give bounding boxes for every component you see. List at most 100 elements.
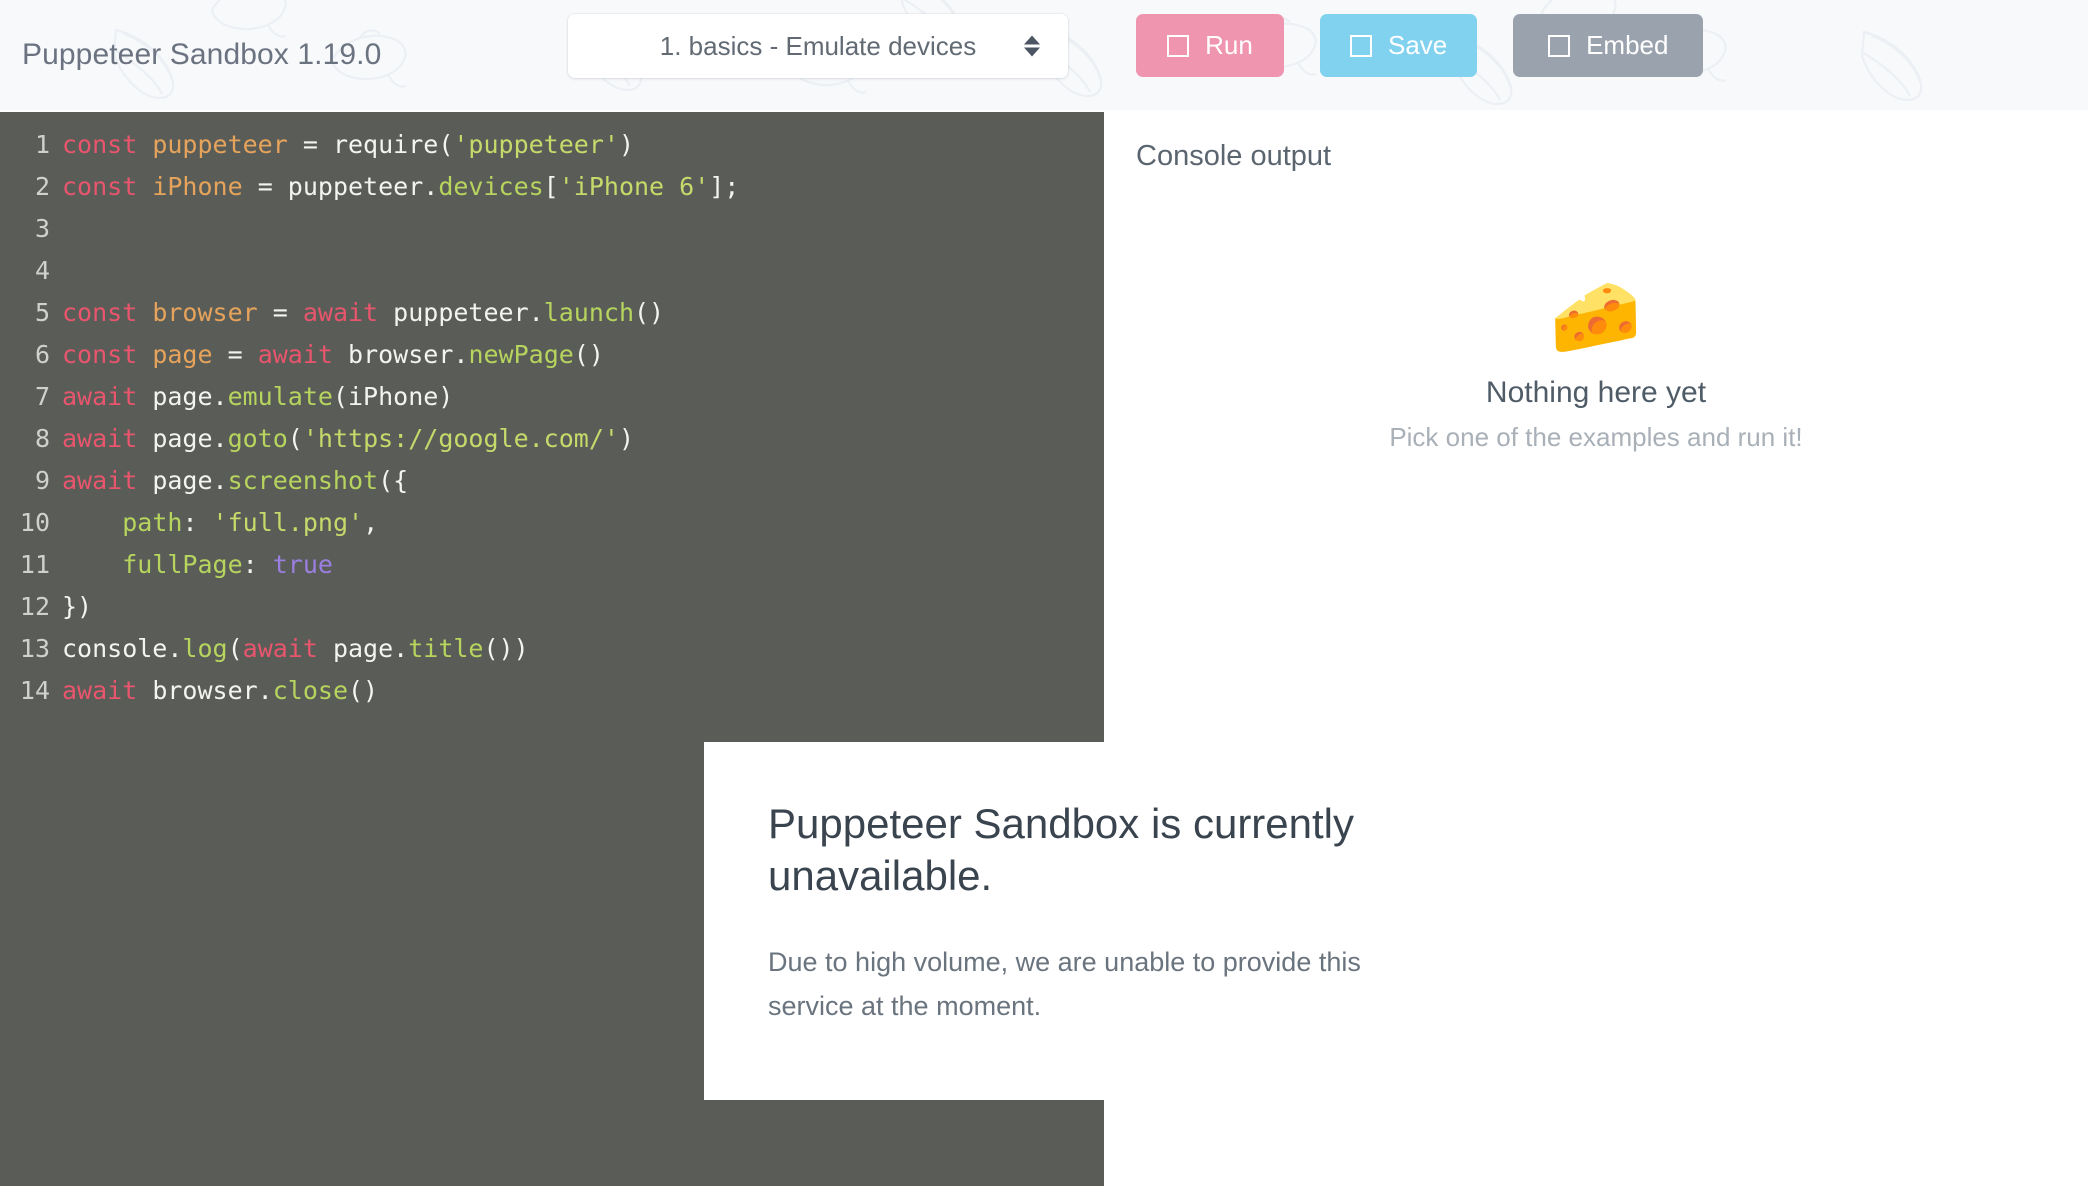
line-number: 1 xyxy=(0,124,52,166)
code-token: launch xyxy=(544,298,634,327)
code-line-text: const iPhone = puppeteer.devices['iPhone… xyxy=(50,166,739,208)
line-number: 14 xyxy=(0,670,52,712)
code-line-text: }) xyxy=(50,586,92,628)
code-token: devices xyxy=(438,172,543,201)
code-token: emulate xyxy=(228,382,333,411)
code-token: await xyxy=(62,382,137,411)
code-line-text: fullPage: true xyxy=(50,544,333,586)
code-token xyxy=(137,340,152,369)
code-token: const xyxy=(62,298,137,327)
code-token: page. xyxy=(137,466,227,495)
code-line[interactable]: 5const browser = await puppeteer.launch(… xyxy=(0,292,1104,334)
code-token: puppeteer xyxy=(152,130,287,159)
code-line[interactable]: 11 fullPage: true xyxy=(0,544,1104,586)
console-empty-state: 🧀 Nothing here yet Pick one of the examp… xyxy=(1104,280,2088,453)
code-line[interactable]: 8await page.goto('https://google.com/') xyxy=(0,418,1104,460)
code-line[interactable]: 4 xyxy=(0,250,1104,292)
code-token: page. xyxy=(318,634,408,663)
code-token: page. xyxy=(137,424,227,453)
empty-state-subtitle: Pick one of the examples and run it! xyxy=(1104,422,2088,453)
line-number: 11 xyxy=(0,544,52,586)
line-number: 4 xyxy=(0,250,52,292)
line-number: 6 xyxy=(0,334,52,376)
code-token: const xyxy=(62,172,137,201)
code-token: 'iPhone 6' xyxy=(559,172,710,201)
code-token: }) xyxy=(62,592,92,621)
code-token: page xyxy=(152,340,212,369)
app-title: Puppeteer Sandbox 1.19.0 xyxy=(22,38,381,72)
code-token: await xyxy=(62,676,137,705)
code-line-text: await browser.close() xyxy=(50,670,378,712)
code-token xyxy=(62,550,122,579)
code-token: puppeteer. xyxy=(288,172,439,201)
code-token: const xyxy=(62,130,137,159)
code-line-text: console.log(await page.title()) xyxy=(50,628,529,670)
line-number: 7 xyxy=(0,376,52,418)
code-token: ()) xyxy=(483,634,528,663)
code-line[interactable]: 1const puppeteer = require('puppeteer') xyxy=(0,124,1104,166)
code-token: title xyxy=(408,634,483,663)
code-token: () xyxy=(634,298,664,327)
code-token: 'full.png' xyxy=(213,508,364,537)
code-token: ({ xyxy=(378,466,408,495)
code-token: , xyxy=(363,508,378,537)
code-line-text: path: 'full.png', xyxy=(50,502,378,544)
code-token: : xyxy=(243,550,273,579)
line-number: 2 xyxy=(0,166,52,208)
code-token xyxy=(137,130,152,159)
code-token: close xyxy=(273,676,348,705)
code-token: fullPage xyxy=(122,550,242,579)
line-number: 10 xyxy=(0,502,52,544)
unavailable-body: Due to high volume, we are unable to pro… xyxy=(768,940,1408,1028)
code-token: await xyxy=(258,340,333,369)
code-token: await xyxy=(62,424,137,453)
code-line[interactable]: 7await page.emulate(iPhone) xyxy=(0,376,1104,418)
code-line[interactable]: 12}) xyxy=(0,586,1104,628)
line-number: 13 xyxy=(0,628,52,670)
code-token: page. xyxy=(137,382,227,411)
code-token: puppeteer. xyxy=(378,298,544,327)
code-token: = xyxy=(213,340,258,369)
code-line[interactable]: 2const iPhone = puppeteer.devices['iPhon… xyxy=(0,166,1104,208)
code-line-text: const browser = await puppeteer.launch() xyxy=(50,292,664,334)
line-number: 8 xyxy=(0,418,52,460)
code-line[interactable]: 3 xyxy=(0,208,1104,250)
code-token: ( xyxy=(228,634,243,663)
code-line[interactable]: 13console.log(await page.title()) xyxy=(0,628,1104,670)
code-token: path xyxy=(122,508,182,537)
code-token: 'puppeteer' xyxy=(453,130,619,159)
sandbox-app: Puppeteer Sandbox 1.19.0 1. basics - Emu… xyxy=(0,0,2088,1186)
code-line-text: await page.emulate(iPhone) xyxy=(50,376,453,418)
code-line[interactable]: 10 path: 'full.png', xyxy=(0,502,1104,544)
empty-state-title: Nothing here yet xyxy=(1104,376,2088,410)
code-token: : xyxy=(182,508,212,537)
code-token: () xyxy=(574,340,604,369)
app-header: Puppeteer Sandbox 1.19.0 1. basics - Emu… xyxy=(0,0,2088,110)
line-number: 12 xyxy=(0,586,52,628)
code-token: browser. xyxy=(137,676,272,705)
code-token: 'https://google.com/' xyxy=(303,424,619,453)
code-line[interactable]: 6const page = await browser.newPage() xyxy=(0,334,1104,376)
code-token: screenshot xyxy=(228,466,379,495)
code-token: true xyxy=(273,550,333,579)
unavailable-overlay: Puppeteer Sandbox is currently unavailab… xyxy=(704,742,2088,1100)
code-token: ( xyxy=(438,130,453,159)
code-token: await xyxy=(243,634,318,663)
console-output-title: Console output xyxy=(1136,140,1331,173)
code-line-text: await page.goto('https://google.com/') xyxy=(50,418,634,460)
code-token: require xyxy=(333,130,438,159)
code-line[interactable]: 14await browser.close() xyxy=(0,670,1104,712)
code-token: await xyxy=(303,298,378,327)
line-number: 5 xyxy=(0,292,52,334)
code-line[interactable]: 9await page.screenshot({ xyxy=(0,460,1104,502)
code-token: await xyxy=(62,466,137,495)
code-token: ) xyxy=(619,424,634,453)
code-area[interactable]: 1const puppeteer = require('puppeteer')2… xyxy=(0,112,1104,712)
code-token: = xyxy=(258,298,303,327)
code-token: browser. xyxy=(333,340,468,369)
code-token: log xyxy=(182,634,227,663)
code-token: [ xyxy=(544,172,559,201)
code-line-text: await page.screenshot({ xyxy=(50,460,408,502)
code-token xyxy=(62,508,122,537)
code-token xyxy=(137,298,152,327)
